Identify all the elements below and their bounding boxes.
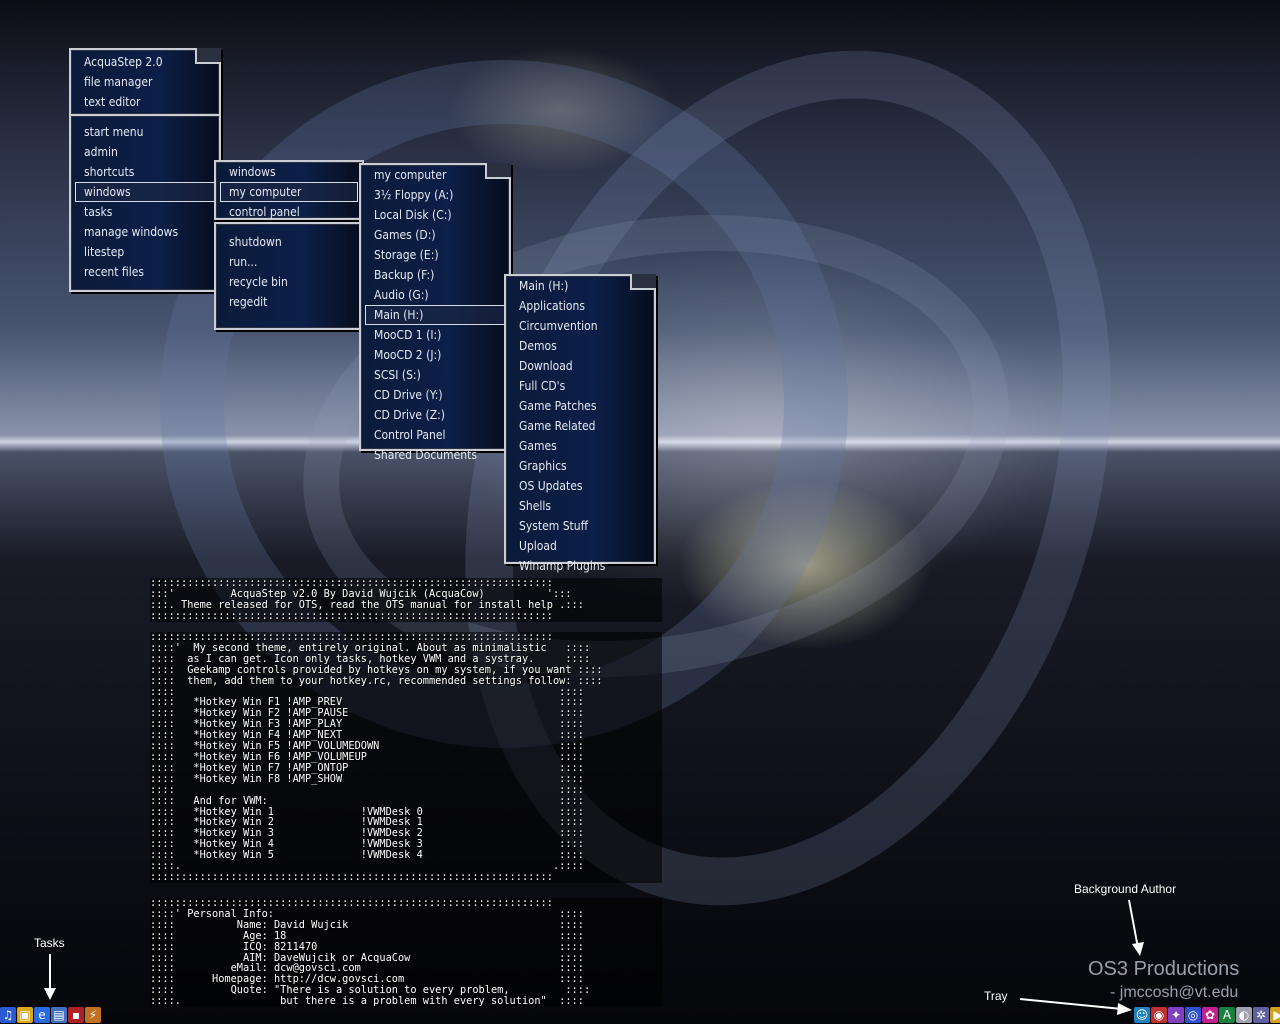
readme-personal-info-block: ::::::::::::::::::::::::::::::::::::::::… <box>150 898 662 1008</box>
windows-menu-item-run[interactable]: run... <box>220 252 358 272</box>
start-menu-item-file-manager[interactable]: file manager <box>75 72 215 92</box>
main-h-menu-item-download[interactable]: Download <box>510 356 650 376</box>
menu-notch <box>485 163 511 179</box>
my-computer-menu-item-3-floppy-a[interactable]: 3½ Floppy (A:) <box>365 185 505 205</box>
menu-notch <box>630 274 656 290</box>
tray-font-icon[interactable]: A <box>1219 1007 1235 1023</box>
tray-rainbow-icon[interactable]: ✦ <box>1168 1007 1184 1023</box>
main-h-menu-item-game-related[interactable]: Game Related <box>510 416 650 436</box>
tasks-arrow-icon <box>44 954 56 1000</box>
background-author-arrow-icon <box>1128 899 1144 956</box>
tray-annotation: Tray <box>984 989 1008 1003</box>
start-menu-item-text-editor[interactable]: text editor <box>75 92 215 112</box>
tray-flower-icon[interactable]: ✿ <box>1202 1007 1218 1023</box>
readme-hotkeys-block: ::::::::::::::::::::::::::::::::::::::::… <box>150 632 662 883</box>
main-h-menu-item-full-cd-s[interactable]: Full CD's <box>510 376 650 396</box>
main-h-menu-item-demos[interactable]: Demos <box>510 336 650 356</box>
start-menu-item-acquastep-2-0[interactable]: AcquaStep 2.0 <box>75 52 215 72</box>
start-menu-top: AcquaStep 2.0 file manager text editor <box>69 48 221 116</box>
start-menu-item-windows[interactable]: windows <box>75 182 215 202</box>
tray-globe-icon[interactable]: ◎ <box>1185 1007 1201 1023</box>
main-h-menu-item-graphics[interactable]: Graphics <box>510 456 650 476</box>
task-terminal-icon[interactable]: ▪ <box>68 1007 84 1023</box>
task-ie-icon[interactable]: e <box>34 1007 50 1023</box>
my-computer-menu-item-games-d[interactable]: Games (D:) <box>365 225 505 245</box>
start-menu-item-tasks[interactable]: tasks <box>75 202 215 222</box>
my-computer-menu-item-cd-drive-z[interactable]: CD Drive (Z:) <box>365 405 505 425</box>
start-menu-item-manage-windows[interactable]: manage windows <box>75 222 215 242</box>
start-menu-item-start-menu[interactable]: start menu <box>75 122 215 142</box>
my-computer-submenu: my computer 3½ Floppy (A:) Local Disk (C:)… <box>359 163 511 462</box>
taskbar: ♫ ▣ e ▤ ▪ ⚡ <box>0 1006 101 1024</box>
task-theme-icon[interactable]: ♫ <box>0 1007 16 1023</box>
main-h-menu-item-shells[interactable]: Shells <box>510 496 650 516</box>
start-menu-item-litestep[interactable]: litestep <box>75 242 215 262</box>
windows-menu-item-regedit[interactable]: regedit <box>220 292 358 312</box>
background-author-annotation: Background Author <box>1074 882 1177 896</box>
my-computer-menu-item-shared-documents[interactable]: Shared Documents <box>365 445 505 465</box>
windows-submenu-bottom: shutdown run... recycle bin regedit <box>214 222 364 330</box>
main-h-menu-item-circumvention[interactable]: Circumvention <box>510 316 650 336</box>
tray-winamp-icon[interactable]: ▶ <box>1270 1007 1280 1023</box>
my-computer-menu-item-local-disk-c[interactable]: Local Disk (C:) <box>365 205 505 225</box>
start-menu-bottom: start menu admin shortcuts windows tasks mana… <box>69 114 221 292</box>
task-lightning-icon[interactable]: ⚡ <box>85 1007 101 1023</box>
my-computer-menu-item-scsi-s[interactable]: SCSI (S:) <box>365 365 505 385</box>
windows-menu-item-control-panel[interactable]: control panel <box>220 202 358 222</box>
tray-cd-icon[interactable]: ◐ <box>1236 1007 1252 1023</box>
windows-menu-item-recycle-bin[interactable]: recycle bin <box>220 272 358 292</box>
my-computer-menu-item-my-computer[interactable]: my computer <box>365 165 505 185</box>
my-computer-menu-item-backup-f[interactable]: Backup (F:) <box>365 265 505 285</box>
tray-gear-icon[interactable]: ✲ <box>1253 1007 1269 1023</box>
start-menu-item-shortcuts[interactable]: shortcuts <box>75 162 215 182</box>
main-h-submenu: Main (H:) Applications Circumvention Demos D… <box>504 274 656 573</box>
main-h-menu-item-winamp-plugins[interactable]: Winamp Plugins <box>510 556 650 576</box>
my-computer-menu-item-moocd-1-i[interactable]: MooCD 1 (I:) <box>365 325 505 345</box>
my-computer-menu-item-audio-g[interactable]: Audio (G:) <box>365 285 505 305</box>
main-h-menu-item-system-stuff[interactable]: System Stuff <box>510 516 650 536</box>
windows-menu-item-my-computer[interactable]: my computer <box>220 182 358 202</box>
wallpaper-credit-email: - jmccosh@vt.edu <box>1110 984 1239 1001</box>
start-menu-item-recent-files[interactable]: recent files <box>75 262 215 282</box>
my-computer-menu-item-main-h[interactable]: Main (H:) <box>365 305 505 325</box>
windows-menu-item-shutdown[interactable]: shutdown <box>220 232 358 252</box>
windows-menu-item-windows[interactable]: windows <box>220 162 358 182</box>
start-menu-item-admin[interactable]: admin <box>75 142 215 162</box>
readme-header-block: ::::::::::::::::::::::::::::::::::::::::… <box>150 578 662 622</box>
tasks-annotation: Tasks <box>34 936 65 950</box>
windows-submenu-top: windows my computer control panel <box>214 160 364 220</box>
task-explorer-icon[interactable]: ▣ <box>17 1007 33 1023</box>
my-computer-menu-item-moocd-2-j[interactable]: MooCD 2 (J:) <box>365 345 505 365</box>
system-tray: ☺ ◉ ✦ ◎ ✿ A ◐ ✲ ▶ <box>1134 1006 1280 1024</box>
my-computer-menu-item-storage-e[interactable]: Storage (E:) <box>365 245 505 265</box>
main-h-menu-item-game-patches[interactable]: Game Patches <box>510 396 650 416</box>
wallpaper-credit-title: OS3 Productions <box>1088 958 1240 980</box>
main-h-menu-item-applications[interactable]: Applications <box>510 296 650 316</box>
my-computer-menu-item-control-panel[interactable]: Control Panel <box>365 425 505 445</box>
main-h-menu-item-os-updates[interactable]: OS Updates <box>510 476 650 496</box>
tray-network-icon[interactable]: ◉ <box>1151 1007 1167 1023</box>
task-notepad-icon[interactable]: ▤ <box>51 1007 67 1023</box>
main-h-menu-item-games[interactable]: Games <box>510 436 650 456</box>
menu-notch <box>195 48 221 64</box>
tray-chat-icon[interactable]: ☺ <box>1134 1007 1150 1023</box>
main-h-menu-item-upload[interactable]: Upload <box>510 536 650 556</box>
my-computer-menu-item-cd-drive-y[interactable]: CD Drive (Y:) <box>365 385 505 405</box>
main-h-menu-item-main-h[interactable]: Main (H:) <box>510 276 650 296</box>
